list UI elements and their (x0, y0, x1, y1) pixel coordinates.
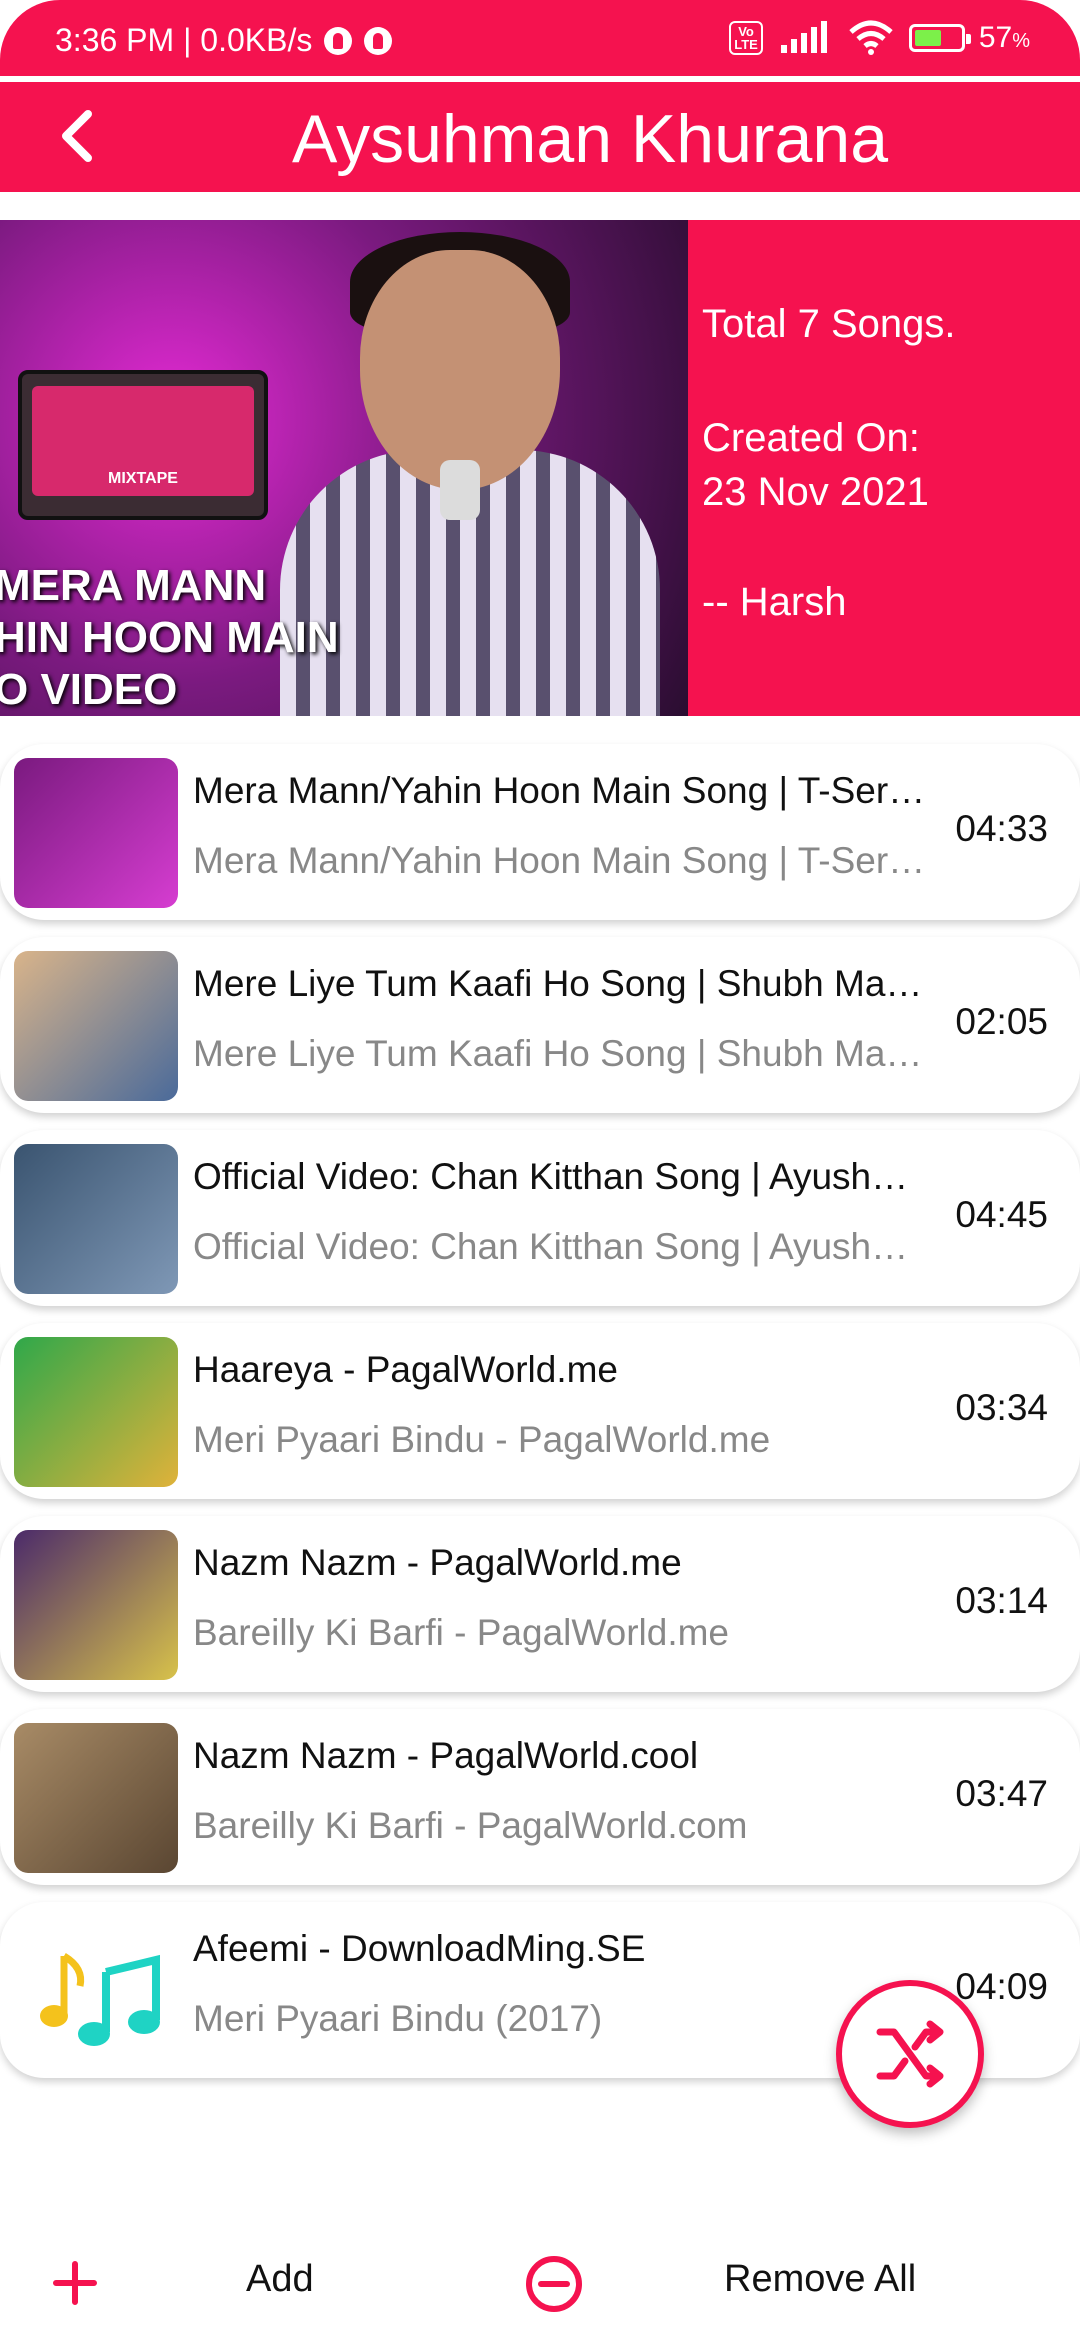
song-duration: 02:05 (955, 1001, 1048, 1042)
status-left: 3:36 PM | 0.0KB/s (55, 22, 393, 59)
song-thumbnail (14, 1530, 178, 1680)
song-duration: 04:45 (955, 1194, 1048, 1235)
song-subtitle: Bareilly Ki Barfi - PagalWorld.me (193, 1612, 729, 1653)
song-title: Nazm Nazm - PagalWorld.me (193, 1542, 682, 1583)
shuffle-icon (876, 2020, 944, 2088)
remove-all-button[interactable]: Remove All (724, 2258, 916, 2301)
battery-icon (908, 24, 971, 52)
song-row[interactable]: Haareya - PagalWorld.me Meri Pyaari Bind… (0, 1323, 1080, 1499)
song-subtitle: Official Video: Chan Kitthan Song | Ayus… (193, 1226, 933, 1267)
song-title: Afeemi - DownloadMing.SE (193, 1928, 646, 1969)
song-subtitle: Bareilly Ki Barfi - PagalWorld.com (193, 1805, 748, 1846)
volte-icon: Vo LTE (729, 21, 763, 55)
app-header: Aysuhman Khurana (0, 82, 1080, 192)
add-button[interactable]: Add (246, 2258, 314, 2301)
wifi-icon (849, 20, 893, 55)
song-subtitle: Meri Pyaari Bindu (2017) (193, 1998, 603, 2039)
song-subtitle: Mere Liye Tum Kaafi Ho Song | Shubh Mang… (193, 1033, 933, 1074)
song-row[interactable]: Nazm Nazm - PagalWorld.cool Bareilly Ki … (0, 1709, 1080, 1885)
total-songs: Total 7 Songs. (702, 302, 956, 346)
playlist-author: -- Harsh (702, 580, 847, 624)
song-row[interactable]: Mere Liye Tum Kaafi Ho Song | Shubh Mang… (0, 937, 1080, 1113)
song-title: Official Video: Chan Kitthan Song | Ayus… (193, 1156, 933, 1197)
song-thumbnail (14, 951, 178, 1101)
microphone-icon (440, 460, 480, 520)
status-time: 3:36 PM | 0.0KB/s (55, 22, 313, 58)
add-icon[interactable] (52, 2260, 98, 2306)
notification-icon-2 (364, 26, 393, 55)
notification-icon (324, 26, 353, 55)
song-title: Mere Liye Tum Kaafi Ho Song | Shubh Mang… (193, 963, 933, 1004)
song-title: Nazm Nazm - PagalWorld.cool (193, 1735, 699, 1776)
bottom-action-bar: Add Remove All (0, 2230, 1080, 2340)
song-subtitle: Meri Pyaari Bindu - PagalWorld.me (193, 1419, 771, 1460)
created-label: Created On: (702, 416, 920, 460)
shuffle-button[interactable] (836, 1980, 984, 2128)
playlist-hero: MIXTAPE MERA MANN HIN HOON MAIN O VIDEO … (0, 220, 1080, 716)
status-bar: 3:36 PM | 0.0KB/s Vo LTE 57% (0, 0, 1080, 76)
song-row[interactable]: Nazm Nazm - PagalWorld.me Bareilly Ki Ba… (0, 1516, 1080, 1692)
song-duration: 03:47 (955, 1773, 1048, 1814)
song-title: Mera Mann/Yahin Hoon Main Song | T-Serie… (193, 770, 933, 811)
signal-icon (780, 21, 827, 53)
cover-face (360, 250, 560, 490)
song-title: Haareya - PagalWorld.me (193, 1349, 618, 1390)
song-duration: 03:34 (955, 1387, 1048, 1428)
status-right: Vo LTE 57% (729, 20, 1030, 56)
song-thumbnail (14, 1144, 178, 1294)
song-thumbnail (14, 758, 178, 908)
song-thumbnail (14, 1723, 178, 1873)
song-row[interactable]: Mera Mann/Yahin Hoon Main Song | T-Serie… (0, 744, 1080, 920)
song-duration: 04:09 (955, 1966, 1048, 2007)
page-title: Aysuhman Khurana (291, 101, 889, 177)
cover-text: MERA MANN HIN HOON MAIN O VIDEO (0, 561, 339, 714)
battery-percent: 57% (978, 21, 1030, 54)
song-subtitle: Mera Mann/Yahin Hoon Main Song | T-Serie… (193, 840, 933, 881)
remove-circle-icon[interactable] (524, 2254, 584, 2314)
song-duration: 03:14 (955, 1580, 1048, 1621)
cassette-icon: MIXTAPE (18, 370, 268, 520)
playlist-info: Total 7 Songs. Created On: 23 Nov 2021 -… (688, 220, 1080, 716)
music-note-icon (14, 1916, 178, 2066)
song-row[interactable]: Official Video: Chan Kitthan Song | Ayus… (0, 1130, 1080, 1306)
playlist-cover-image: MIXTAPE MERA MANN HIN HOON MAIN O VIDEO (0, 220, 688, 716)
song-duration: 04:33 (955, 808, 1048, 849)
created-date: 23 Nov 2021 (702, 470, 929, 514)
song-thumbnail (14, 1337, 178, 1487)
